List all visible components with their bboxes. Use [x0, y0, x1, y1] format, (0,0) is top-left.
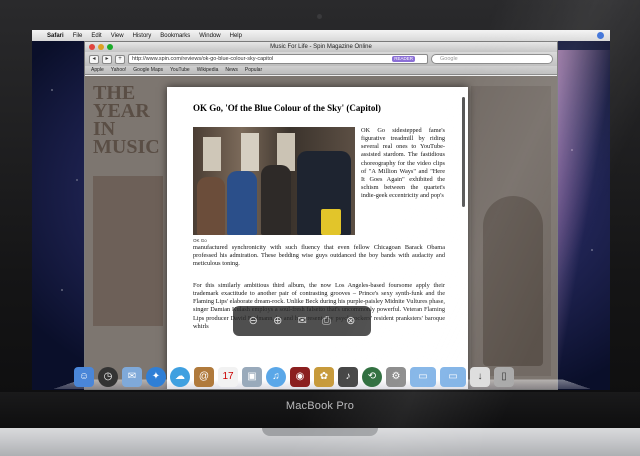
- menu-edit[interactable]: Edit: [91, 33, 101, 39]
- safari-icon[interactable]: ✦: [146, 367, 166, 387]
- bookmark-item[interactable]: Google Maps: [133, 67, 163, 73]
- zoom-in-icon[interactable]: ⊕: [273, 315, 282, 327]
- search-field[interactable]: Google: [431, 54, 553, 64]
- reader-panel: OK Go, 'Of the Blue Colour of the Sky' (…: [167, 87, 468, 389]
- bookmark-item[interactable]: Wikipedia: [197, 67, 219, 73]
- itunes-icon[interactable]: ♫: [266, 367, 286, 387]
- menu-bookmarks[interactable]: Bookmarks: [160, 33, 190, 39]
- finder-icon[interactable]: ☺: [74, 367, 94, 387]
- dock: ☺ ◷ ✉ ✦ ☁ @ 17 ▣ ♫ ◉ ✿ ♪ ⟲ ⚙ ▭ ▭ ↓ ▯: [52, 362, 592, 390]
- system-preferences-icon[interactable]: ⚙: [386, 367, 406, 387]
- window-title: Music For Life - Spin Magazine Online: [270, 44, 372, 50]
- ical-icon[interactable]: 17: [218, 367, 238, 387]
- window-controls: [89, 44, 113, 50]
- model-label: MacBook Pro: [285, 400, 355, 412]
- downloads-stack-icon[interactable]: ↓: [470, 367, 490, 387]
- address-bar[interactable]: http://www.spin.com/reviews/ok-go-blue-c…: [128, 54, 428, 64]
- menu-view[interactable]: View: [111, 33, 124, 39]
- menu-window[interactable]: Window: [199, 33, 220, 39]
- zoom-out-icon[interactable]: ⊖: [249, 315, 258, 327]
- bookmarks-bar: Apple Yahoo! Google Maps YouTube Wikiped…: [85, 66, 557, 75]
- laptop-frame: Safari File Edit View History Bookmarks …: [0, 0, 640, 456]
- menu-app-name[interactable]: Safari: [47, 33, 64, 39]
- bookmark-item[interactable]: Yahoo!: [111, 67, 126, 73]
- browser-toolbar: ◂ ▸ + http://www.spin.com/reviews/ok-go-…: [85, 52, 557, 66]
- dock-icons: ☺ ◷ ✉ ✦ ☁ @ 17 ▣ ♫ ◉ ✿ ♪ ⟲ ⚙ ▭ ▭ ↓ ▯: [74, 367, 514, 387]
- menu-bar: Safari File Edit View History Bookmarks …: [32, 30, 610, 41]
- article-title: OK Go, 'Of the Blue Colour of the Sky' (…: [193, 103, 381, 113]
- photo-booth-icon[interactable]: ◉: [290, 367, 310, 387]
- bookmark-item[interactable]: YouTube: [170, 67, 190, 73]
- safari-window: Music For Life - Spin Magazine Online ◂ …: [84, 41, 558, 390]
- forward-button[interactable]: ▸: [102, 54, 112, 64]
- bookmark-item[interactable]: News: [225, 67, 238, 73]
- window-titlebar[interactable]: Music For Life - Spin Magazine Online: [85, 42, 557, 52]
- reader-scrollbar[interactable]: [462, 97, 465, 207]
- print-icon[interactable]: ⎙: [322, 315, 331, 327]
- article-photo: [193, 127, 355, 235]
- article-paragraph-1: manufactured synchronicity with such flu…: [193, 244, 445, 268]
- article-paragraph-side: OK Go sidestepped fame's figurative trea…: [361, 127, 445, 200]
- iphoto-icon[interactable]: ✿: [314, 367, 334, 387]
- close-icon[interactable]: ⊗: [346, 315, 355, 327]
- add-bookmark-button[interactable]: +: [115, 54, 125, 64]
- menu-history[interactable]: History: [133, 33, 152, 39]
- background-heading: THE YEAR IN MUSIC: [93, 82, 160, 158]
- mail-icon[interactable]: ✉: [122, 367, 142, 387]
- minimize-window-icon[interactable]: [98, 44, 104, 50]
- dashboard-icon[interactable]: ◷: [98, 367, 118, 387]
- address-text: http://www.spin.com/reviews/ok-go-blue-c…: [132, 56, 274, 62]
- mail-icon[interactable]: ✉: [298, 315, 307, 327]
- photo-caption: OK Go: [193, 238, 207, 243]
- menu-help[interactable]: Help: [230, 33, 242, 39]
- menu-file[interactable]: File: [73, 33, 83, 39]
- lid-notch: [262, 428, 378, 436]
- ichat-icon[interactable]: ☁: [170, 367, 190, 387]
- documents-folder-icon[interactable]: ▭: [440, 367, 466, 387]
- garageband-icon[interactable]: ♪: [338, 367, 358, 387]
- back-button[interactable]: ◂: [89, 54, 99, 64]
- menu-extras: [597, 30, 604, 41]
- trash-icon[interactable]: ▯: [494, 367, 514, 387]
- address-book-icon[interactable]: @: [194, 367, 214, 387]
- spotlight-icon[interactable]: [597, 32, 604, 39]
- applications-folder-icon[interactable]: ▭: [410, 367, 436, 387]
- reader-button[interactable]: READER: [392, 56, 415, 62]
- close-window-icon[interactable]: [89, 44, 95, 50]
- preview-icon[interactable]: ▣: [242, 367, 262, 387]
- bookmark-item[interactable]: Popular: [245, 67, 262, 73]
- bookmark-item[interactable]: Apple: [91, 67, 104, 73]
- screen: Safari File Edit View History Bookmarks …: [32, 30, 610, 390]
- camera-icon: [317, 14, 322, 19]
- reader-toolbar: ⊖ ⊕ ✉ ⎙ ⊗: [233, 306, 371, 336]
- zoom-window-icon[interactable]: [107, 44, 113, 50]
- background-image-right: [483, 196, 543, 366]
- background-image-left: [93, 176, 163, 326]
- time-machine-icon[interactable]: ⟲: [362, 367, 382, 387]
- search-placeholder: Google: [440, 56, 458, 62]
